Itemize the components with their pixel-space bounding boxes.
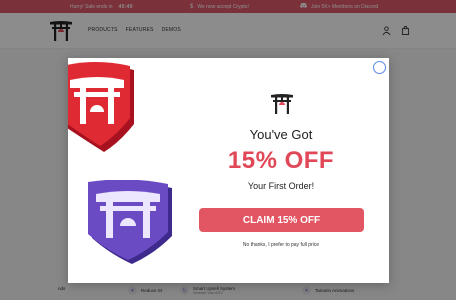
torii-logo-icon	[271, 94, 293, 114]
purple-torii-badge-art	[88, 180, 172, 264]
claim-discount-button[interactable]: CLAIM 15% OFF	[199, 208, 364, 232]
red-torii-badge-art	[68, 62, 134, 152]
close-modal-button[interactable]	[373, 61, 386, 74]
decline-link[interactable]: No thanks, I prefer to pay full price	[198, 242, 364, 248]
discount-amount: 15% OFF	[227, 147, 335, 174]
modal-title: You've Got	[249, 127, 313, 142]
modal-subtitle: Your First Order!	[247, 181, 315, 191]
